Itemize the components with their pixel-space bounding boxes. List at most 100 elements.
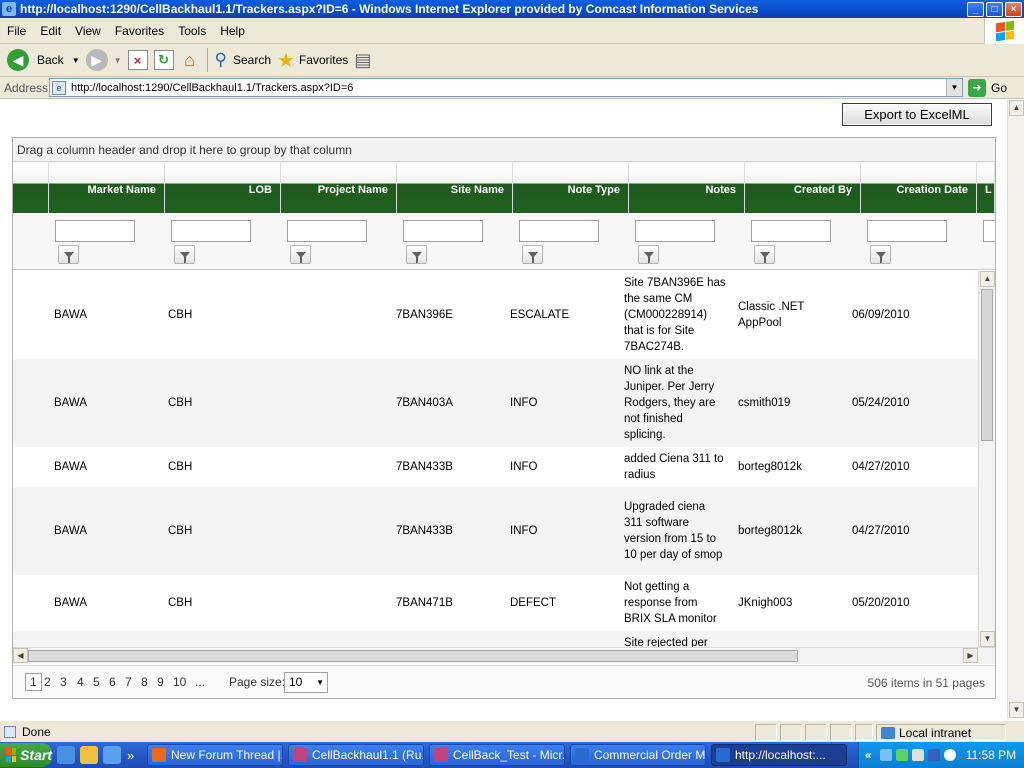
filter-notes-button[interactable] [638,245,659,264]
page-link-9[interactable]: 9 [157,675,164,689]
ie-icon [716,748,730,762]
clock-tray-icon[interactable] [943,749,956,761]
filter-project-name-input[interactable] [287,220,367,242]
search-button[interactable]: ⚲ Search [212,46,274,74]
page-size-select[interactable]: 10 ▼ [284,672,328,693]
forward-dropdown-icon[interactable]: ▼ [114,56,122,65]
page-link-3[interactable]: 3 [60,675,67,689]
table-row[interactable]: BAWA CBH 7BAN433B INFO Upgraded ciena 31… [13,487,978,575]
filter-created-by-input[interactable] [751,220,831,242]
go-button[interactable]: ➜ Go [968,78,1007,98]
close-button[interactable]: × [1005,1,1022,17]
quicklaunch-ie-icon[interactable] [57,746,75,764]
signal-icon[interactable] [895,749,908,761]
header-notes[interactable]: Notes [629,163,745,213]
export-excelml-button[interactable]: Export to ExcelML [842,103,992,126]
task-cellback-test[interactable]: CellBack_Test - Micr... [429,744,565,766]
forward-button[interactable]: ▶ ▼ [83,46,125,74]
table-row[interactable]: BAWA CBH 7BAN396E ESCALATE Site 7BAN396E… [13,271,978,359]
filter-notes-input[interactable] [635,220,715,242]
page-link-8[interactable]: 8 [141,675,148,689]
security-zone[interactable]: Local intranet [876,724,1006,741]
cell-created-by: JKnigh003 [738,597,793,609]
grid-scroll-left-icon[interactable]: ◀ [13,648,28,663]
header-creation-date[interactable]: Creation Date [861,163,977,213]
filter-lob-button[interactable] [174,245,195,264]
quicklaunch-browser-icon[interactable] [103,746,121,764]
page-vertical-scrollbar[interactable]: ▲ ▼ [1007,100,1024,718]
page-link-2[interactable]: 2 [44,675,51,689]
filter-lob-input[interactable] [171,220,251,242]
grid-vertical-scrollbar[interactable]: ▲ ▼ [978,271,995,647]
start-button[interactable]: Start [0,743,52,767]
filter-site-name-button[interactable] [406,245,427,264]
cell-notes: NO link at the Juniper. Per Jerry Rodger… [624,365,716,441]
stop-button[interactable]: × [125,46,151,74]
page-link-6[interactable]: 6 [109,675,116,689]
security-icon[interactable] [927,749,940,761]
grid-vertical-scroll-thumb[interactable] [981,289,993,441]
header-created-by[interactable]: Created By [745,163,861,213]
filter-next-input[interactable] [983,220,995,242]
page-link-5[interactable]: 5 [93,675,100,689]
table-row[interactable]: Site rejected per [13,631,978,647]
header-project-name[interactable]: Project Name [281,163,397,213]
grid-scroll-right-icon[interactable]: ▶ [963,648,978,663]
filter-creation-date-button[interactable] [870,245,891,264]
home-button[interactable]: ⌂ [177,46,203,74]
grid-horizontal-scrollbar[interactable]: ◀ ▶ [13,647,995,664]
page-scroll-down-icon[interactable]: ▼ [1009,702,1024,718]
grid-horizontal-scroll-thumb[interactable] [28,650,798,662]
grid-scroll-down-icon[interactable]: ▼ [980,631,995,647]
filter-created-by-button[interactable] [754,245,775,264]
menu-tools[interactable]: Tools [171,24,213,38]
menu-file[interactable]: File [0,24,33,38]
page-link-7[interactable]: 7 [125,675,132,689]
filter-project-name-button[interactable] [290,245,311,264]
filter-market-name-button[interactable] [58,245,79,264]
group-panel[interactable]: Drag a column header and drop it here to… [13,138,995,162]
filter-creation-date-input[interactable] [867,220,947,242]
tray-expand[interactable]: « [865,748,872,762]
quicklaunch-outlook-icon[interactable] [80,746,98,764]
maximize-button[interactable]: □ [986,1,1003,17]
address-dropdown-icon[interactable]: ▼ [946,79,962,96]
filter-market-name-input[interactable] [55,220,135,242]
menu-view[interactable]: View [68,24,108,38]
table-row[interactable]: BAWA CBH 7BAN433B INFO added Ciena 311 t… [13,447,978,487]
task-commercial-order[interactable]: Commercial Order Ma... [570,744,706,766]
print-button[interactable]: ▤ [351,46,374,74]
table-row[interactable]: BAWA CBH 7BAN471B DEFECT Not getting a r… [13,575,978,631]
back-button[interactable]: ◀ Back ▼ [4,46,83,74]
back-dropdown-icon[interactable]: ▼ [72,56,80,65]
header-site-name[interactable]: Site Name [397,163,513,213]
page-link-more[interactable]: ... [195,675,205,689]
quicklaunch-overflow[interactable]: » [127,748,134,763]
task-localhost[interactable]: http://localhost:... [711,744,847,766]
menu-edit[interactable]: Edit [33,24,68,38]
page-scroll-up-icon[interactable]: ▲ [1009,100,1024,116]
grid-scroll-up-icon[interactable]: ▲ [980,271,995,287]
header-lob[interactable]: LOB [165,163,281,213]
filter-funnel-icon [759,251,770,263]
address-input[interactable]: e http://localhost:1290/CellBackhaul1.1/… [49,78,963,97]
page-link-10[interactable]: 10 [173,675,186,689]
network-icon[interactable] [879,749,892,761]
header-next-column[interactable]: L [977,163,995,213]
filter-note-type-input[interactable] [519,220,599,242]
volume-icon[interactable] [911,749,924,761]
page-link-1[interactable]: 1 [25,673,42,691]
task-cellbackhaul[interactable]: CellBackhaul1.1 (Ru... [288,744,424,766]
minimize-button[interactable]: _ [967,1,984,17]
header-market-name[interactable]: Market Name [49,163,165,213]
header-note-type[interactable]: Note Type [513,163,629,213]
favorites-button[interactable]: ★ Favorites [274,46,351,74]
refresh-button[interactable]: ↻ [151,46,177,74]
page-link-4[interactable]: 4 [77,675,84,689]
filter-site-name-input[interactable] [403,220,483,242]
table-row[interactable]: BAWA CBH 7BAN403A INFO NO link at the Ju… [13,359,978,447]
menu-help[interactable]: Help [213,24,252,38]
filter-note-type-button[interactable] [522,245,543,264]
task-forum-thread[interactable]: New Forum Thread |... [147,744,283,766]
menu-favorites[interactable]: Favorites [108,24,171,38]
